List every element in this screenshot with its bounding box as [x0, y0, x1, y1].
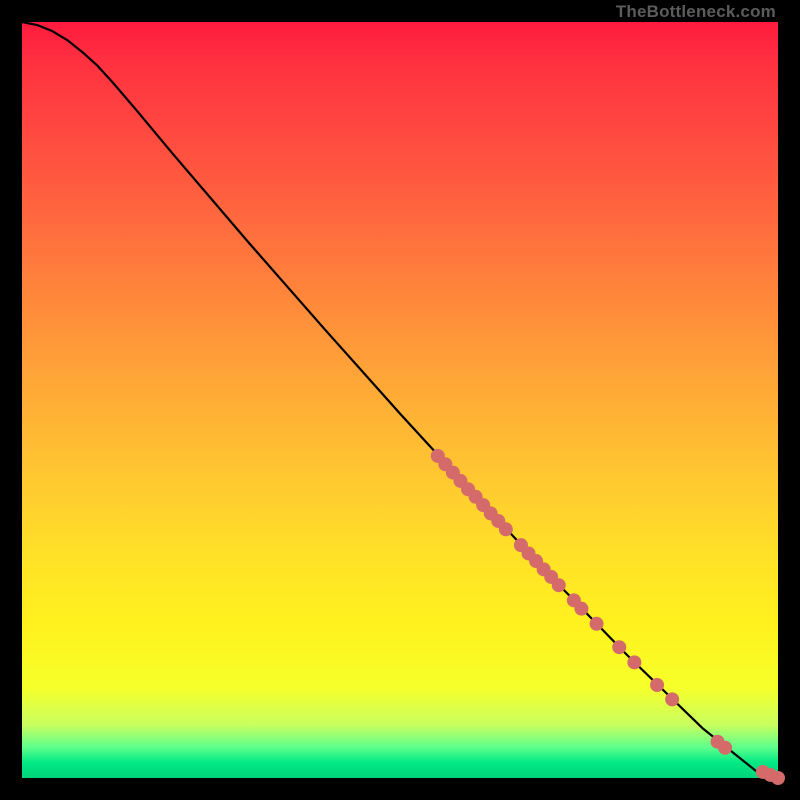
marker-dot	[590, 617, 604, 631]
marker-dot	[499, 522, 513, 536]
marker-dot	[771, 771, 785, 785]
marker-dot	[718, 741, 732, 755]
bottleneck-curve	[22, 22, 778, 778]
chart-frame: TheBottleneck.com	[0, 0, 800, 800]
marker-dot	[574, 602, 588, 616]
marker-dot	[552, 578, 566, 592]
curve-highlight-dots	[431, 449, 785, 785]
watermark-text: TheBottleneck.com	[616, 2, 776, 22]
marker-dot	[665, 692, 679, 706]
marker-dot	[612, 640, 626, 654]
chart-svg	[22, 22, 778, 778]
marker-dot	[650, 678, 664, 692]
marker-dot	[627, 655, 641, 669]
